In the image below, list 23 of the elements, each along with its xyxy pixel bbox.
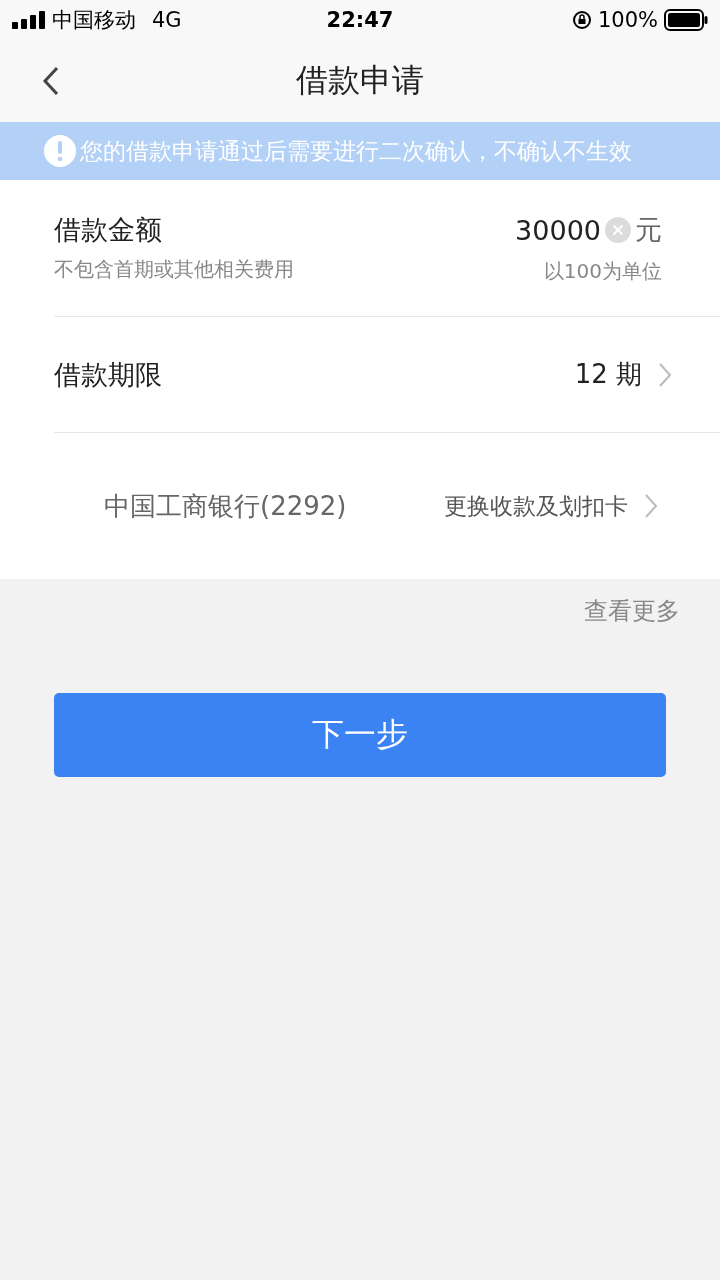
status-time: 22:47 [326,8,394,32]
notice-text: 您的借款申请通过后需要进行二次确认，不确认不生效 [80,136,632,166]
battery-percent: 100% [597,8,658,32]
term-value: 12 期 [574,358,642,391]
bank-name: 中国工商银行(2292) [104,489,347,523]
amount-label: 借款金额 [54,213,163,247]
term-row[interactable]: 借款期限 12 期 [54,317,720,433]
chevron-right-icon [644,493,658,519]
carrier-name: 中国移动 [52,7,136,34]
next-button[interactable]: 下一步 [54,693,666,777]
chevron-right-icon [658,361,672,388]
network-type: 4G [152,8,182,32]
alert-icon [44,135,76,167]
amount-input[interactable]: 30000 [511,214,601,246]
term-label: 借款期限 [54,357,162,392]
change-card-link[interactable]: 更换收款及划扣卡 [444,490,628,522]
amount-hint: 不包含首期或其他相关费用 [54,256,294,283]
battery-icon [664,9,708,31]
signal-icon [12,11,46,29]
amount-note: 以100为单位 [543,258,662,285]
page-title: 借款申请 [296,60,424,101]
rotation-lock-icon [571,10,592,30]
amount-unit: 元 [635,213,662,247]
